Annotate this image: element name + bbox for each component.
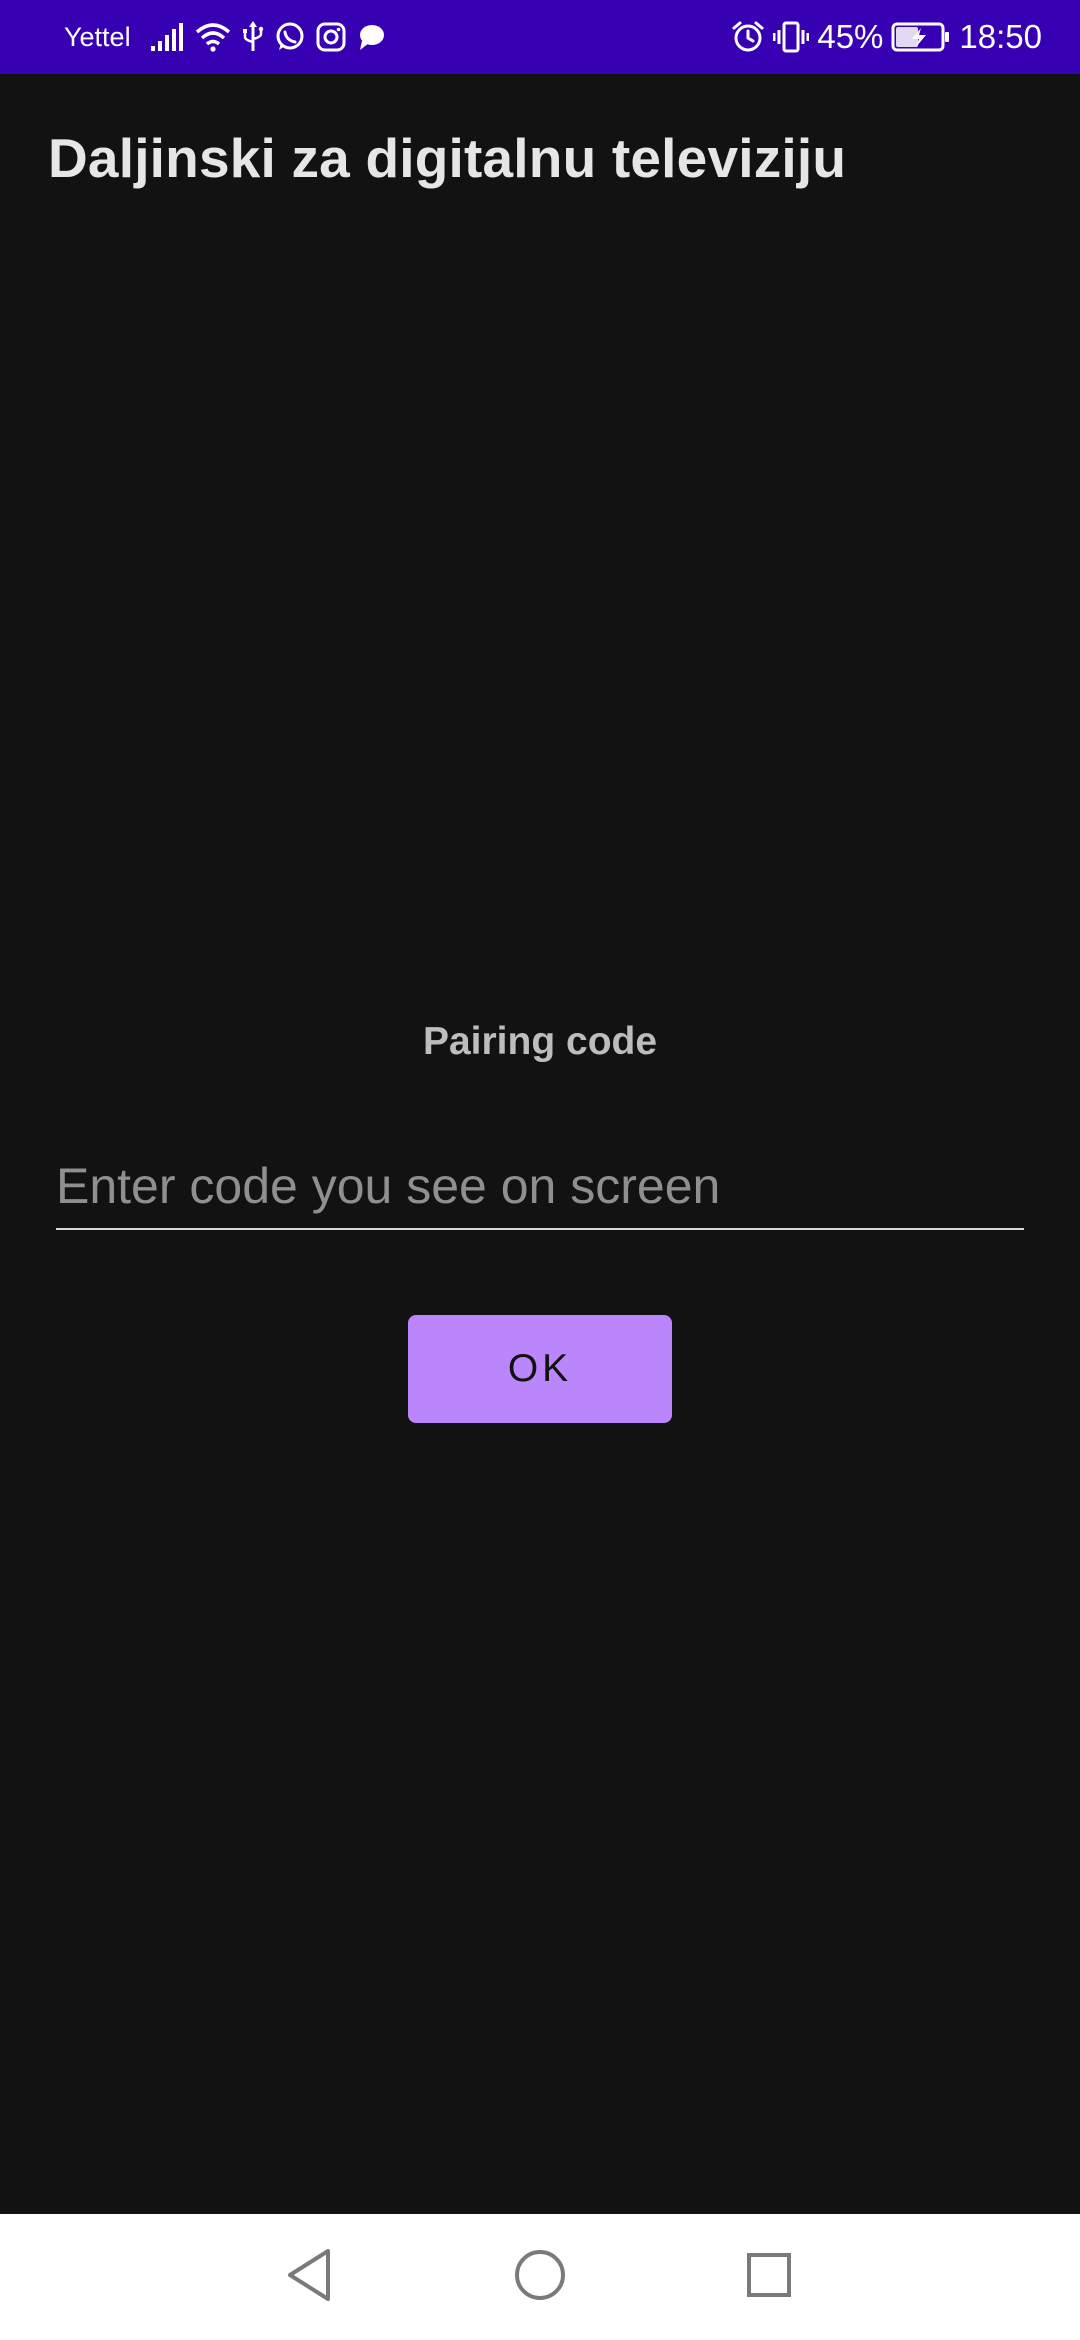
back-icon (284, 2247, 334, 2308)
battery-percent: 45% (817, 18, 884, 55)
chat-icon (356, 22, 386, 52)
usb-icon (242, 21, 264, 53)
pairing-code-input[interactable] (56, 1150, 1024, 1222)
code-input-container (56, 1150, 1024, 1230)
recents-icon (745, 2251, 793, 2304)
notification-icons (150, 18, 386, 56)
navigation-bar (0, 2214, 1080, 2340)
vibrate-icon (773, 20, 810, 54)
instagram-icon (316, 22, 346, 52)
battery-charging-icon (891, 22, 951, 52)
pairing-code-label: Pairing code (422, 1020, 658, 1063)
whatsapp-icon (274, 21, 306, 53)
home-icon (513, 2248, 567, 2307)
signal-icon (150, 22, 184, 52)
system-status: 45% 18:50 (731, 0, 1042, 74)
ok-button[interactable]: OK (408, 1315, 672, 1423)
screen: Yettel 45% 18:50 Daljinski za digitalnu … (0, 0, 1080, 2340)
clock: 18:50 (959, 18, 1042, 55)
alarm-icon (731, 20, 765, 54)
wifi-icon (194, 22, 232, 52)
back-button[interactable] (276, 2244, 342, 2310)
app-title: Daljinski za digitalnu televiziju (48, 127, 847, 189)
home-button[interactable] (507, 2244, 573, 2310)
status-bar: Yettel 45% 18:50 (0, 0, 1080, 74)
recents-button[interactable] (736, 2244, 802, 2310)
carrier-name: Yettel (64, 22, 131, 52)
